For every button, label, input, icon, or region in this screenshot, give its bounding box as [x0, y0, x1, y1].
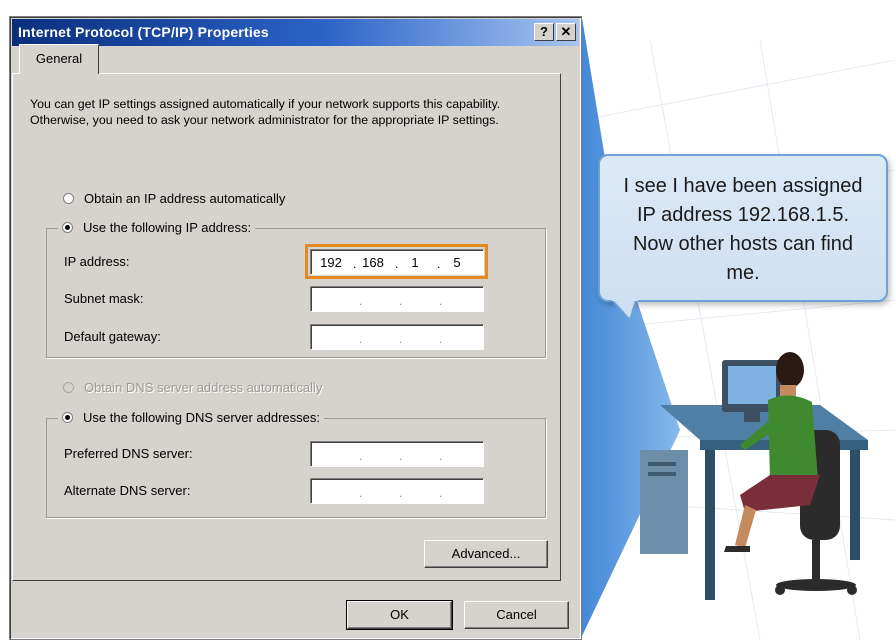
use-following-dns-radio[interactable]: [62, 412, 73, 423]
obtain-ip-auto-option[interactable]: Obtain an IP address automatically: [63, 191, 285, 206]
close-button[interactable]: ✕: [556, 23, 576, 41]
speech-bubble-text: I see I have been assigned IP address 19…: [623, 175, 863, 284]
speech-bubble: I see I have been assigned IP address 19…: [598, 154, 888, 302]
ip-address-label: IP address:: [64, 254, 130, 269]
subnet-mask-label: Subnet mask:: [64, 291, 144, 306]
tab-general[interactable]: General: [19, 44, 99, 74]
use-following-ip-radio[interactable]: [62, 222, 73, 233]
default-gateway-field[interactable]: ...: [310, 324, 484, 350]
speech-bubble-tail: [612, 298, 638, 322]
use-following-ip-option[interactable]: Use the following IP address:: [58, 220, 256, 235]
alternate-dns-label: Alternate DNS server:: [64, 483, 191, 498]
alternate-dns-field[interactable]: ...: [310, 478, 484, 504]
ok-button[interactable]: OK: [346, 600, 453, 630]
obtain-ip-auto-label: Obtain an IP address automatically: [84, 191, 286, 206]
obtain-dns-auto-option[interactable]: Obtain DNS server address automatically: [63, 380, 322, 395]
obtain-dns-auto-radio[interactable]: [63, 382, 74, 393]
use-following-ip-label: Use the following IP address:: [83, 220, 252, 235]
ip-address-highlight: [305, 244, 488, 279]
title-bar[interactable]: Internet Protocol (TCP/IP) Properties ? …: [12, 19, 579, 46]
use-following-dns-option[interactable]: Use the following DNS server addresses:: [58, 410, 324, 425]
preferred-dns-field[interactable]: ...: [310, 441, 484, 467]
obtain-ip-auto-radio[interactable]: [63, 193, 74, 204]
obtain-dns-auto-label: Obtain DNS server address automatically: [84, 380, 323, 395]
advanced-button[interactable]: Advanced...: [424, 540, 548, 568]
help-button[interactable]: ?: [534, 23, 554, 41]
dialog-title: Internet Protocol (TCP/IP) Properties: [18, 24, 269, 40]
subnet-mask-field[interactable]: ...: [310, 286, 484, 312]
default-gateway-label: Default gateway:: [64, 329, 161, 344]
description-text: You can get IP settings assigned automat…: [30, 97, 501, 127]
cancel-button[interactable]: Cancel: [464, 601, 569, 629]
use-following-dns-label: Use the following DNS server addresses:: [83, 410, 320, 425]
preferred-dns-label: Preferred DNS server:: [64, 446, 193, 461]
